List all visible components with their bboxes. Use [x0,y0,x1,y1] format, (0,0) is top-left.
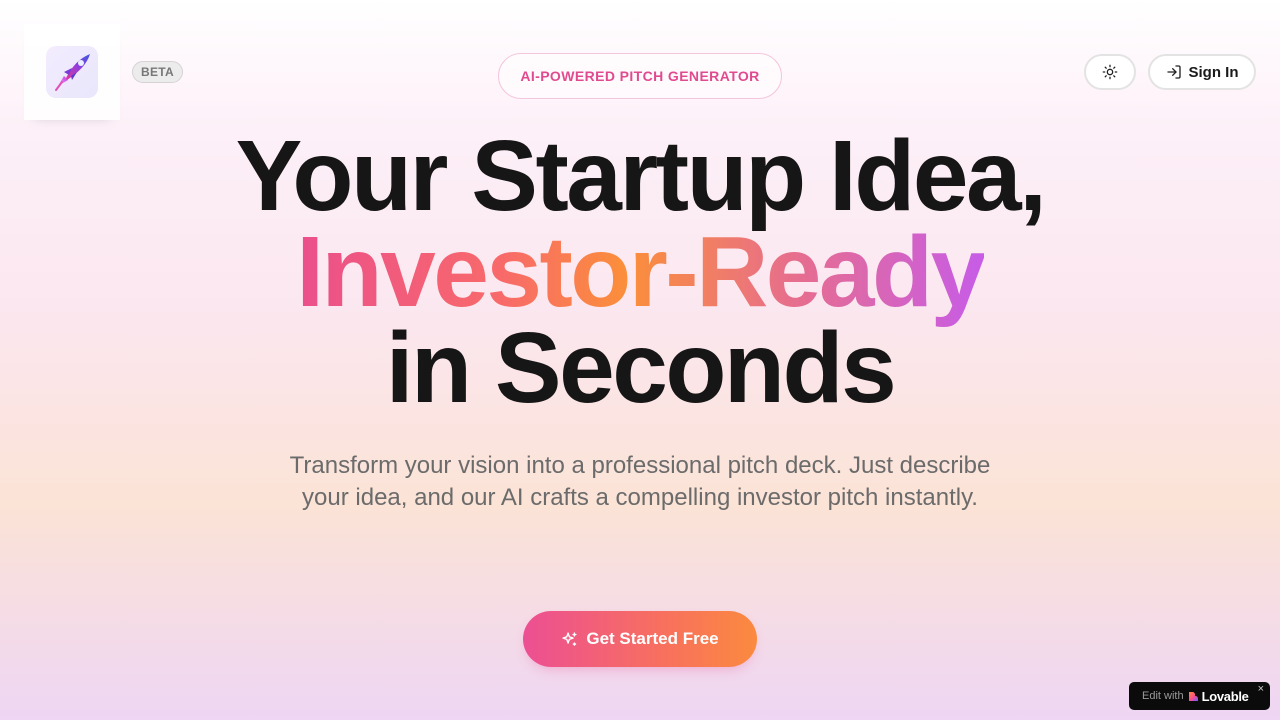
edit-with-label: Edit with [1142,690,1184,702]
close-badge-icon[interactable]: × [1258,683,1264,695]
hero-subtitle: Transform your vision into a professiona… [289,452,991,511]
get-started-button[interactable]: Get Started Free [523,611,757,667]
theme-toggle-button[interactable] [1084,54,1136,90]
sparkles-icon [562,631,577,646]
rocket-icon [55,54,90,91]
sign-in-label: Sign In [1188,63,1239,81]
sign-in-button[interactable]: Sign In [1148,54,1256,90]
hero-line-1: Your Startup Idea, [235,120,1047,232]
lovable-heart-icon [1188,691,1198,701]
beta-badge: BETA [132,61,183,83]
sun-icon [1102,64,1118,80]
edit-with-lovable-badge[interactable]: Edit with Lovable × [1129,682,1270,710]
logo-card[interactable] [24,24,120,120]
get-started-label: Get Started Free [586,629,719,648]
logo-badge [46,46,98,98]
hero-line-3: in Seconds [385,312,897,424]
hero-heading: Your Startup Idea, Investor-Ready in Sec… [0,120,1280,424]
tagline-pill: AI-POWERED PITCH GENERATOR [498,53,782,99]
sign-in-icon [1166,65,1181,79]
lovable-brand: Lovable [1201,688,1249,704]
